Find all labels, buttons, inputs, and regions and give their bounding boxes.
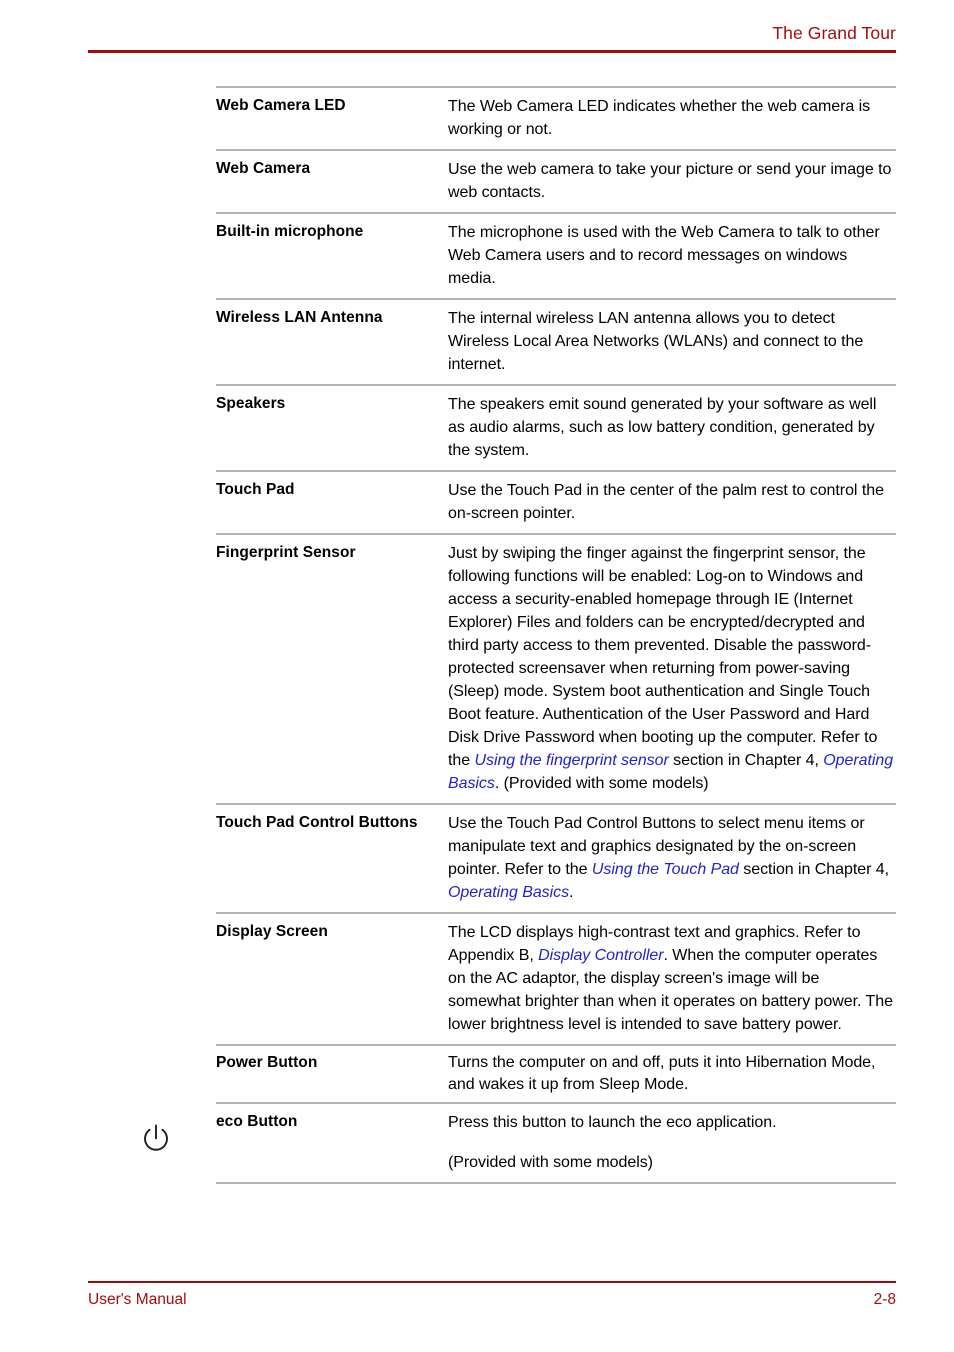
header-chapter-title: The Grand Tour bbox=[772, 23, 896, 43]
row-term: Web Camera LED bbox=[216, 97, 346, 114]
row-term: eco Button bbox=[216, 1113, 298, 1130]
page-header: The Grand Tour bbox=[88, 22, 896, 56]
table-row: Speakers The speakers emit sound generat… bbox=[216, 386, 896, 470]
row-term: Touch Pad bbox=[216, 481, 295, 498]
table-row: Built-in microphone The microphone is us… bbox=[216, 214, 896, 298]
row-term: Built-in microphone bbox=[216, 223, 364, 240]
table-row: Power Button Turns the computer on and o… bbox=[216, 1046, 896, 1102]
row-term: Touch Pad Control Buttons bbox=[216, 814, 418, 831]
desc-paragraph: (Provided with some models) bbox=[448, 1154, 653, 1171]
row-term: Fingerprint Sensor bbox=[216, 544, 356, 561]
power-symbol-icon bbox=[138, 1121, 174, 1157]
row-term: Display Screen bbox=[216, 923, 328, 940]
row-description: The LCD displays high-contrast text and … bbox=[448, 921, 896, 1036]
cross-reference-link-fingerprint[interactable]: Using the fingerprint sensor bbox=[475, 752, 669, 769]
row-description: Just by swiping the finger against the f… bbox=[448, 542, 896, 795]
row-term: Power Button bbox=[216, 1054, 318, 1071]
row-term: Web Camera bbox=[216, 160, 311, 177]
row-description: The microphone is used with the Web Came… bbox=[448, 224, 880, 287]
desc-text-segment: section in Chapter 4, bbox=[668, 752, 824, 769]
table-row: Touch Pad Use the Touch Pad in the cente… bbox=[216, 472, 896, 533]
table-rule bbox=[216, 1182, 896, 1184]
row-description: The speakers emit sound generated by you… bbox=[448, 396, 877, 459]
footer-divider-rule bbox=[88, 1281, 896, 1283]
row-description: The Web Camera LED indicates whether the… bbox=[448, 98, 871, 138]
row-description: Use the Touch Pad Control Buttons to sel… bbox=[448, 812, 896, 904]
table-row: Display Screen The LCD displays high-con… bbox=[216, 914, 896, 1044]
cross-reference-link-touch-pad[interactable]: Using the Touch Pad bbox=[592, 861, 739, 878]
cross-reference-link-display-controller[interactable]: Display Controller bbox=[538, 947, 663, 964]
row-description: Press this button to launch the eco appl… bbox=[448, 1111, 896, 1174]
desc-text-segment: Just by swiping the finger against the f… bbox=[448, 545, 878, 769]
component-description-table: Web Camera LED The Web Camera LED indica… bbox=[216, 86, 896, 1184]
table-row: eco Button Press this button to launch t… bbox=[216, 1104, 896, 1182]
footer-page-number: 2-8 bbox=[873, 1291, 896, 1308]
desc-text-segment: section in Chapter 4, bbox=[738, 861, 890, 878]
cross-reference-link-operating-basics[interactable]: Operating Basics bbox=[448, 884, 569, 901]
table-row: Fingerprint Sensor Just by swiping the f… bbox=[216, 535, 896, 803]
row-term: Wireless LAN Antenna bbox=[216, 309, 383, 326]
table-row: Web Camera Use the web camera to take yo… bbox=[216, 151, 896, 212]
desc-paragraph: Press this button to launch the eco appl… bbox=[448, 1114, 777, 1131]
row-description: Turns the computer on and off, puts it i… bbox=[448, 1054, 876, 1093]
footer-manual-label: User's Manual bbox=[88, 1291, 187, 1308]
table-row: Wireless LAN Antenna The internal wirele… bbox=[216, 300, 896, 384]
row-term: Speakers bbox=[216, 395, 286, 412]
table-row: Touch Pad Control Buttons Use the Touch … bbox=[216, 805, 896, 912]
desc-text-segment: . bbox=[569, 884, 574, 901]
row-description: The internal wireless LAN antenna allows… bbox=[448, 310, 864, 373]
table-row: Web Camera LED The Web Camera LED indica… bbox=[216, 88, 896, 149]
manual-page: The Grand Tour Web Camera LED The Web Ca… bbox=[0, 0, 954, 1352]
row-description: Use the Touch Pad in the center of the p… bbox=[448, 482, 884, 522]
row-description: Use the web camera to take your picture … bbox=[448, 161, 892, 201]
header-divider-rule bbox=[88, 50, 896, 53]
desc-text-segment: . (Provided with some models) bbox=[494, 775, 709, 792]
